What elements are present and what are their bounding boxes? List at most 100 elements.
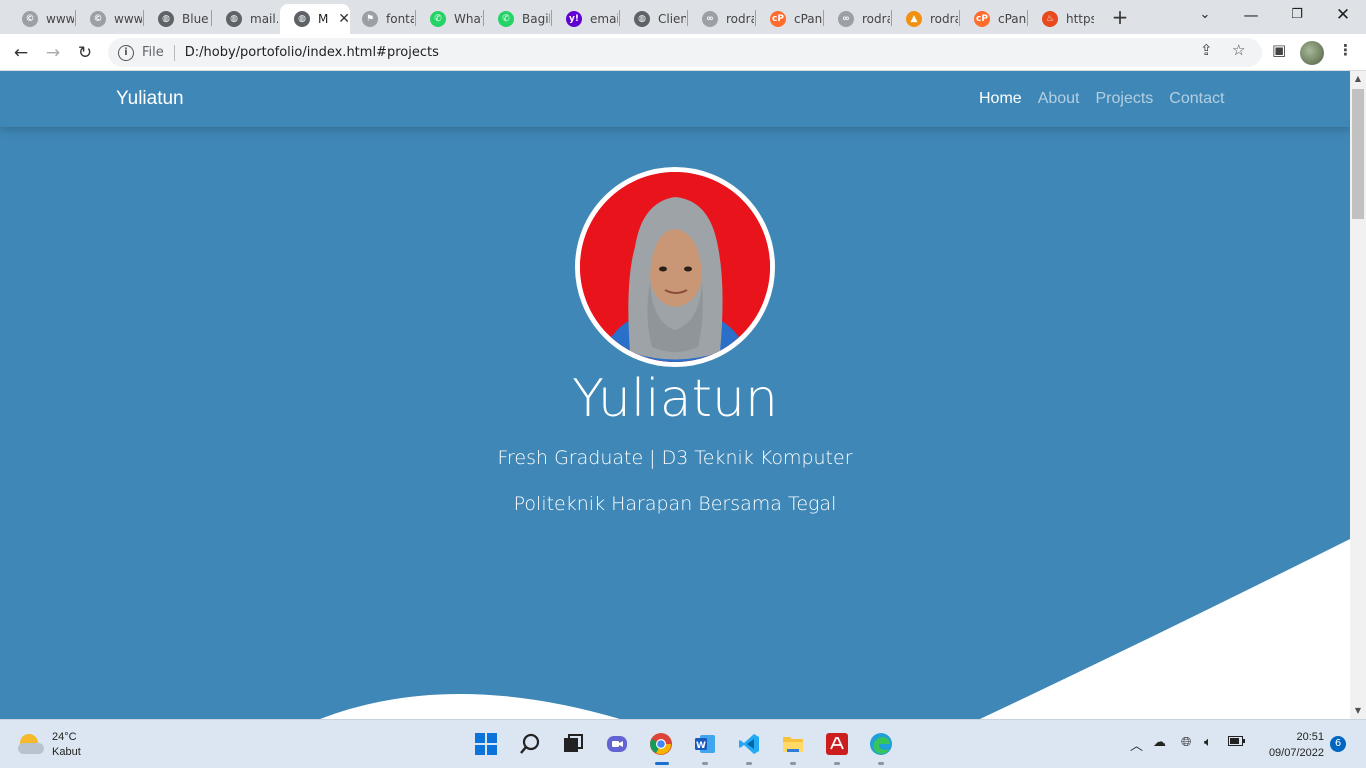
- windows-taskbar: 24°C Kabut W ︿ ☁ 🌐︎ 🔈︎ 20:51 09/07/2022: [0, 719, 1366, 768]
- browser-tab[interactable]: ◍ mail.: [212, 4, 278, 34]
- forward-button[interactable]: →: [40, 40, 66, 66]
- svg-text:W: W: [696, 741, 706, 751]
- tab-title: fonta: [386, 12, 414, 26]
- profile-avatar[interactable]: [1300, 41, 1324, 65]
- tray-overflow-chevron-icon[interactable]: ︿: [1130, 735, 1143, 754]
- scroll-up-icon[interactable]: ▲: [1350, 71, 1366, 87]
- browser-tab[interactable]: ✆ What: [416, 4, 482, 34]
- tab-title: Blue: [182, 12, 209, 26]
- nav-link-home[interactable]: Home: [979, 90, 1022, 108]
- browser-tab[interactable]: ✆ Bagik: [484, 4, 550, 34]
- tab-title: rodra: [726, 12, 754, 26]
- profile-photo: [575, 167, 775, 367]
- whatsapp-icon: ✆: [430, 11, 446, 27]
- close-window-button[interactable]: ✕: [1320, 0, 1366, 32]
- globe-icon: ◍: [634, 11, 650, 27]
- search-icon[interactable]: [515, 729, 545, 759]
- bookmark-star-icon[interactable]: ☆: [1232, 41, 1245, 59]
- acrobat-icon[interactable]: [822, 729, 852, 765]
- address-divider: [173, 44, 175, 61]
- nav-link-about[interactable]: About: [1038, 90, 1080, 108]
- browser-menu-icon[interactable]: ⋮: [1338, 41, 1353, 59]
- notification-badge[interactable]: 6: [1330, 736, 1346, 752]
- browser-tab[interactable]: © www.: [76, 4, 142, 34]
- browser-tab[interactable]: © www.: [8, 4, 74, 34]
- site-brand[interactable]: Yuliatun: [116, 88, 184, 110]
- browser-tab[interactable]: ◍ Clien: [620, 4, 686, 34]
- portfolio-page: Yuliatun Home About Projects Contact Yul…: [0, 71, 1350, 719]
- globe-icon: ◍: [158, 11, 174, 27]
- hero-school: Politeknik Harapan Bersama Tegal: [513, 493, 837, 515]
- browser-toolbar: ← → ↻ i File D:/hoby/portofolio/index.ht…: [0, 34, 1366, 71]
- globe-icon: ◍: [226, 11, 242, 27]
- taskbar-clock[interactable]: 20:51 09/07/2022: [1258, 729, 1324, 761]
- nav-link-projects[interactable]: Projects: [1096, 90, 1154, 108]
- tab-title: Bagik: [522, 12, 550, 26]
- chrome-icon[interactable]: [646, 729, 676, 765]
- onedrive-cloud-icon[interactable]: ☁: [1153, 735, 1166, 750]
- battery-icon[interactable]: [1228, 735, 1246, 751]
- share-icon[interactable]: ⇪: [1200, 41, 1213, 59]
- file-scheme-label: File: [142, 45, 164, 60]
- task-view-icon[interactable]: [558, 729, 588, 759]
- tab-title: mail.: [250, 12, 278, 26]
- browser-tab[interactable]: ▲ rodra: [892, 4, 958, 34]
- browser-tab[interactable]: ◍ M ✕: [280, 4, 350, 34]
- minimize-button[interactable]: —: [1228, 0, 1274, 32]
- globe-icon: ◍: [294, 11, 310, 27]
- vscode-icon[interactable]: [734, 729, 764, 765]
- tab-title: email: [590, 12, 618, 26]
- clock-date: 09/07/2022: [1268, 747, 1324, 759]
- browser-tab[interactable]: ∞ rodra: [688, 4, 754, 34]
- copyright-icon: ©: [90, 11, 106, 27]
- new-tab-button[interactable]: +: [1108, 6, 1132, 30]
- pma-icon: ▲: [906, 11, 922, 27]
- browser-tab[interactable]: y! email: [552, 4, 618, 34]
- link-icon: ∞: [702, 11, 718, 27]
- browser-tab[interactable]: ♨ https: [1028, 4, 1094, 34]
- weather-sun-cloud-icon: [18, 734, 44, 756]
- scroll-down-icon[interactable]: ▼: [1350, 703, 1366, 719]
- network-globe-icon[interactable]: 🌐︎: [1181, 735, 1191, 750]
- browser-tab[interactable]: ⚑ fonta: [348, 4, 414, 34]
- clock-time: 20:51: [1296, 731, 1324, 743]
- restore-button[interactable]: ❐: [1274, 0, 1320, 32]
- flag-icon: ⚑: [362, 11, 378, 27]
- cpanel-icon: cP: [974, 11, 990, 27]
- browser-tab[interactable]: ◍ Blue: [144, 4, 210, 34]
- link-icon: ∞: [838, 11, 854, 27]
- site-info-icon[interactable]: i: [118, 44, 134, 61]
- browser-tab[interactable]: cP cPan: [756, 4, 822, 34]
- scrollbar-thumb[interactable]: [1352, 89, 1364, 219]
- url-text[interactable]: D:/hoby/portofolio/index.html#projects: [185, 45, 439, 60]
- side-panel-icon[interactable]: ▣: [1272, 41, 1286, 59]
- copyright-icon: ©: [22, 11, 38, 27]
- browser-tab[interactable]: cP cPan: [960, 4, 1026, 34]
- tab-title: Clien: [658, 12, 686, 26]
- hero-subtitle: Fresh Graduate | D3 Teknik Komputer: [497, 447, 853, 469]
- tab-title: rodra: [930, 12, 958, 26]
- tab-title: cPan: [794, 12, 822, 26]
- back-button[interactable]: ←: [8, 40, 34, 66]
- windows-start-icon[interactable]: [471, 729, 501, 759]
- word-icon[interactable]: W: [690, 729, 720, 765]
- cpanel-icon: cP: [770, 11, 786, 27]
- site-navbar: Yuliatun Home About Projects Contact: [0, 71, 1350, 127]
- tab-title: cPan: [998, 12, 1026, 26]
- tab-title: rodra: [862, 12, 890, 26]
- weather-temp: 24°C: [52, 731, 77, 743]
- reload-button[interactable]: ↻: [72, 40, 98, 66]
- edge-icon[interactable]: [866, 729, 896, 765]
- browser-tab-strip: © www. © www. ◍ Blue ◍ mail. ◍ M ✕ ⚑ fonta ✆ What ✆ Bagi…: [0, 0, 1366, 34]
- address-bar[interactable]: i File D:/hoby/portofolio/index.html#pro…: [108, 38, 1262, 67]
- nav-link-contact[interactable]: Contact: [1169, 90, 1224, 108]
- tab-title: https: [1066, 12, 1094, 26]
- browser-tab[interactable]: ∞ rodra: [824, 4, 890, 34]
- file-explorer-icon[interactable]: [778, 729, 808, 765]
- weather-widget[interactable]: 24°C Kabut: [18, 730, 81, 760]
- teams-chat-icon[interactable]: [602, 729, 632, 759]
- tab-search-icon[interactable]: ⌄: [1182, 0, 1228, 32]
- page-scrollbar[interactable]: ▲ ▼: [1350, 71, 1366, 719]
- tab-title: www.: [114, 12, 142, 26]
- volume-icon[interactable]: 🔈︎: [1204, 735, 1212, 750]
